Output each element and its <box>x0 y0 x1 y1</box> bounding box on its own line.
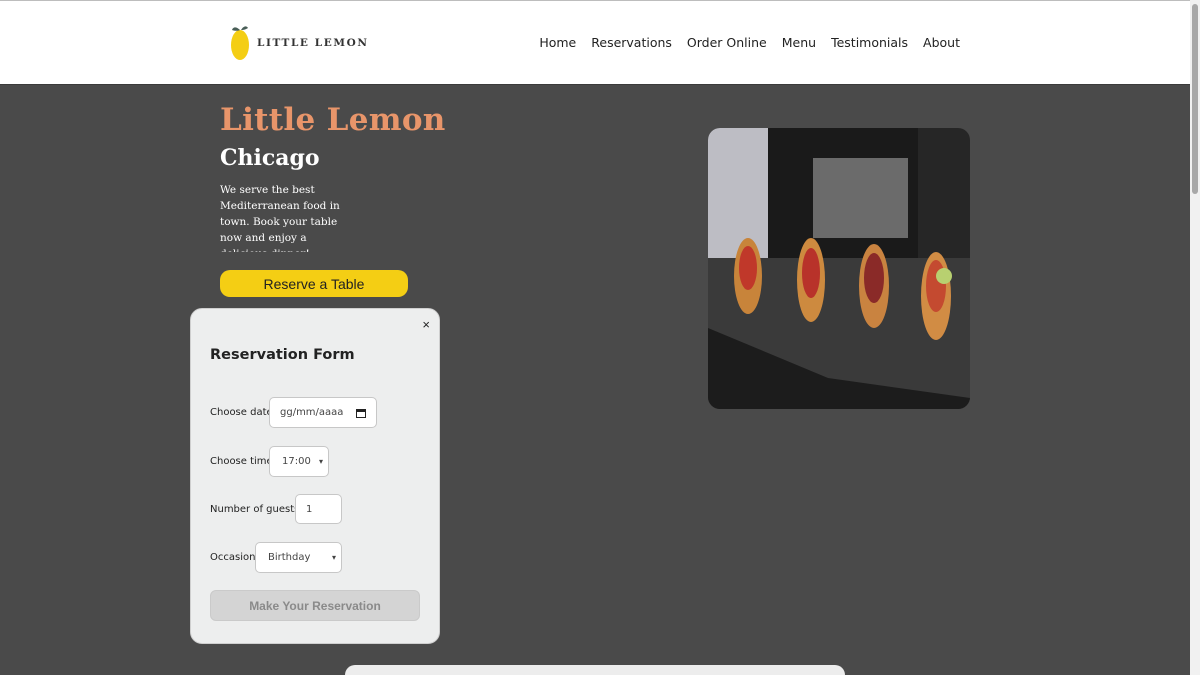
occasion-value: Birthday <box>268 552 311 563</box>
lemon-logo-icon <box>231 26 249 60</box>
hero-description: We serve the best Mediterranean food in … <box>220 184 340 252</box>
nav-home[interactable]: Home <box>539 35 576 50</box>
make-reservation-button[interactable]: Make Your Reservation <box>210 590 420 621</box>
logo[interactable]: LITTLE LEMON <box>229 24 369 62</box>
hero-city: Chicago <box>220 145 320 171</box>
hero-title: Little Lemon <box>220 102 446 138</box>
calendar-icon <box>356 408 366 418</box>
logo-text: LITTLE LEMON <box>257 37 369 49</box>
reserve-table-button[interactable]: Reserve a Table <box>220 270 408 297</box>
nav-reservations[interactable]: Reservations <box>591 35 672 50</box>
nav-about[interactable]: About <box>923 35 960 50</box>
nav-menu[interactable]: Menu <box>782 35 816 50</box>
close-icon[interactable]: × <box>422 317 430 332</box>
form-title: Reservation Form <box>210 347 355 363</box>
guests-label: Number of guests <box>210 504 300 515</box>
nav-testimonials[interactable]: Testimonials <box>831 35 908 50</box>
guests-input[interactable]: 1 <box>295 494 342 524</box>
site-header: LITTLE LEMON Home Reservations Order Onl… <box>0 0 1190 85</box>
occasion-label: Occasion <box>210 552 256 563</box>
hero-food-image <box>708 128 970 409</box>
chevron-down-icon: ▾ <box>318 457 323 466</box>
date-placeholder: gg/mm/aaaa <box>280 407 344 418</box>
main-nav: Home Reservations Order Online Menu Test… <box>539 35 960 50</box>
date-label: Choose date <box>210 407 273 418</box>
date-input[interactable]: gg/mm/aaaa <box>269 397 377 428</box>
occasion-select[interactable]: Birthday ▾ <box>255 542 342 573</box>
reservation-modal: × Reservation Form Choose date gg/mm/aaa… <box>190 308 440 644</box>
time-select[interactable]: 17:00 ▾ <box>269 446 329 477</box>
time-label: Choose time <box>210 456 273 467</box>
scrollbar-thumb[interactable] <box>1192 4 1198 194</box>
guests-value: 1 <box>306 503 313 515</box>
page-scrollbar[interactable] <box>1190 0 1200 675</box>
time-value: 17:00 <box>282 456 311 467</box>
chevron-down-icon: ▾ <box>331 553 336 562</box>
bottom-card <box>345 665 845 675</box>
nav-order-online[interactable]: Order Online <box>687 35 767 50</box>
